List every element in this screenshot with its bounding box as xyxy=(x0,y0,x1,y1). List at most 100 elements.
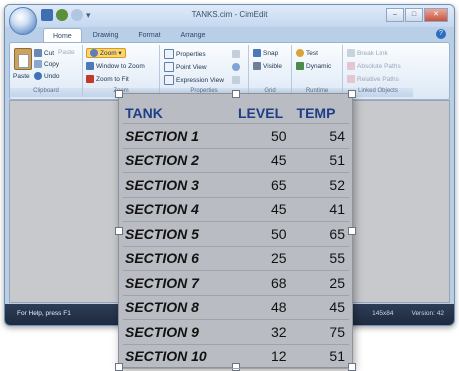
minimize-button[interactable]: – xyxy=(386,8,404,22)
tank-level: 12 xyxy=(236,344,295,369)
tank-temp: 41 xyxy=(294,197,349,222)
zoom-to-fit-button[interactable]: Zoom to Fit xyxy=(86,75,129,83)
tab-format[interactable]: Format xyxy=(129,28,169,43)
group-clipboard: Paste Cut Paste Copy Undo Clipboard xyxy=(10,45,83,97)
zoom-fit-icon xyxy=(86,75,94,83)
resize-handle-left[interactable] xyxy=(115,227,123,235)
tank-temp: 54 xyxy=(294,123,349,149)
dynamic-button[interactable]: Dynamic xyxy=(296,62,331,70)
absolute-paths-icon xyxy=(347,62,355,70)
break-link-icon xyxy=(347,49,355,57)
status-right: 145x84 Version: 42 xyxy=(372,310,444,317)
table-row: SECTION 2 45 51 xyxy=(123,148,349,173)
maximize-button[interactable]: □ xyxy=(405,8,423,22)
status-help-text: For Help, press F1 xyxy=(17,310,71,317)
tank-table: TANK LEVEL TEMP SECTION 1 50 54 SECTION 24… xyxy=(123,102,349,369)
table-row: SECTION 1 50 54 xyxy=(123,123,349,149)
tank-level: 65 xyxy=(236,172,295,198)
header-temp: TEMP xyxy=(294,102,349,124)
table-row: SECTION 8 48 45 xyxy=(123,295,349,320)
table-row: SECTION 7 68 25 xyxy=(123,270,349,296)
resize-handle-top-right[interactable] xyxy=(348,90,356,98)
close-button[interactable]: ✕ xyxy=(424,8,448,22)
table-row: SECTION 9 32 75 xyxy=(123,319,349,345)
grid-icon xyxy=(253,62,261,70)
snap-button[interactable]: Snap xyxy=(253,49,278,57)
tank-temp: 51 xyxy=(294,148,349,173)
tank-name: SECTION 1 xyxy=(123,123,236,149)
status-version: Version: 42 xyxy=(411,310,444,317)
tank-name: SECTION 10 xyxy=(123,344,236,369)
undo-button[interactable]: Undo xyxy=(34,72,60,80)
paste-button[interactable]: Paste xyxy=(13,73,30,80)
resize-handle-top[interactable] xyxy=(232,90,240,98)
tank-table-object[interactable]: TANK LEVEL TEMP SECTION 1 50 54 SECTION 24… xyxy=(115,90,356,371)
window-to-zoom-label: Window to Zoom xyxy=(96,62,145,70)
tank-level: 50 xyxy=(236,123,295,149)
tank-temp: 52 xyxy=(294,172,349,198)
test-icon xyxy=(296,49,304,57)
header-level: LEVEL xyxy=(236,102,295,124)
grid-visible-button[interactable]: Visible xyxy=(253,62,282,70)
tank-name: SECTION 8 xyxy=(123,295,236,320)
snap-label: Snap xyxy=(263,49,279,57)
tank-name: SECTION 5 xyxy=(123,221,236,247)
tank-name: SECTION 4 xyxy=(123,197,236,222)
tank-level: 25 xyxy=(236,246,295,271)
tank-level: 48 xyxy=(236,295,295,320)
tab-drawing[interactable]: Drawing xyxy=(84,28,128,43)
scissors-icon xyxy=(34,49,42,57)
properties-label: Properties xyxy=(176,50,206,58)
header-tank: TANK xyxy=(123,102,236,124)
info-icon[interactable] xyxy=(232,63,240,71)
tank-temp: 45 xyxy=(294,295,349,320)
test-button[interactable]: Test xyxy=(296,49,318,57)
cut-button[interactable]: Cut xyxy=(34,49,54,57)
window-to-zoom-button[interactable]: Window to Zoom xyxy=(86,62,145,70)
relative-paths-label: Relative Paths xyxy=(357,75,399,83)
magnifier-icon xyxy=(90,49,98,57)
zoom-label: Zoom ▾ xyxy=(100,50,122,57)
table-row: SECTION 4 45 41 xyxy=(123,197,349,222)
tank-name: SECTION 7 xyxy=(123,270,236,296)
copy-icon xyxy=(34,60,42,68)
tank-name: SECTION 3 xyxy=(123,172,236,198)
tank-level: 45 xyxy=(236,197,295,222)
zoom-button[interactable]: Zoom ▾ xyxy=(86,48,126,58)
copy-button[interactable]: Copy xyxy=(34,60,59,68)
snap-icon xyxy=(253,49,261,57)
tank-temp: 75 xyxy=(294,319,349,345)
window-controls: – □ ✕ xyxy=(386,8,448,22)
help-icon[interactable]: ? xyxy=(436,29,446,39)
tab-arrange[interactable]: Arrange xyxy=(172,28,215,43)
table-header-row: TANK LEVEL TEMP xyxy=(123,102,349,124)
properties-button[interactable]: Properties xyxy=(164,49,206,59)
zoom-to-fit-label: Zoom to Fit xyxy=(96,75,129,83)
point-view-icon xyxy=(164,62,174,72)
status-size: 145x84 xyxy=(372,310,394,317)
tank-name: SECTION 9 xyxy=(123,319,236,345)
table-row: SECTION 6 25 55 xyxy=(123,246,349,271)
expression-view-label: Expression View xyxy=(176,76,224,84)
undo-arrow-icon xyxy=(34,72,42,80)
expression-view-button[interactable]: Expression View xyxy=(164,75,224,85)
resize-handle-top-left[interactable] xyxy=(115,90,123,98)
relative-paths-button: Relative Paths xyxy=(347,75,399,83)
ribbon: Paste Cut Paste Copy Undo Clipboard Zoom… xyxy=(9,42,450,100)
table-row: SECTION 3 65 52 xyxy=(123,172,349,198)
resize-handle-right[interactable] xyxy=(348,227,356,235)
properties-extra-icon[interactable] xyxy=(232,50,240,58)
undo-label: Undo xyxy=(44,72,60,80)
expression-extra-icon[interactable] xyxy=(232,76,240,84)
test-label: Test xyxy=(306,49,318,57)
tank-name: SECTION 6 xyxy=(123,246,236,271)
table-row: SECTION 5 50 65 xyxy=(123,221,349,247)
tank-temp: 51 xyxy=(294,344,349,369)
point-view-button[interactable]: Point View xyxy=(164,62,207,72)
copy-label: Copy xyxy=(44,60,60,68)
dynamic-label: Dynamic xyxy=(306,62,332,70)
paste-icon[interactable] xyxy=(14,48,32,70)
break-link-button: Break Link xyxy=(347,49,388,57)
tank-temp: 55 xyxy=(294,246,349,271)
tank-level: 68 xyxy=(236,270,295,296)
